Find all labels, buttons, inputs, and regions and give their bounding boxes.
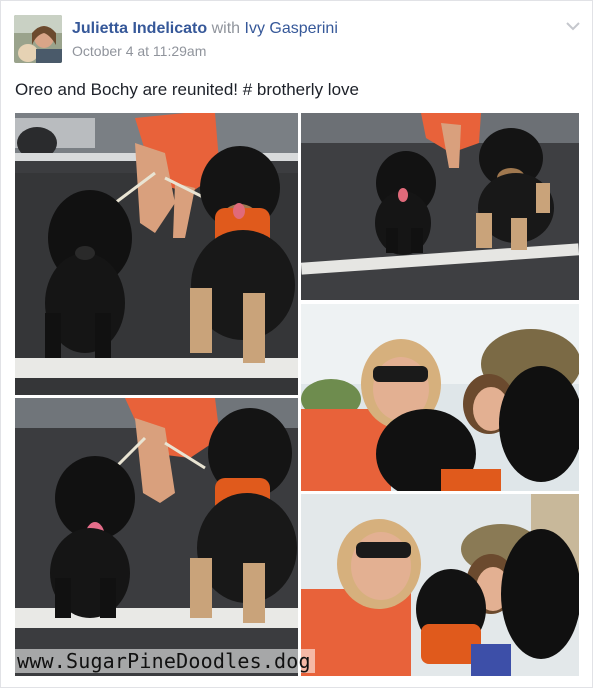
post-photo-2[interactable]: [301, 113, 579, 300]
post-photo-4[interactable]: [15, 398, 298, 676]
chevron-down-icon[interactable]: [564, 17, 582, 35]
facebook-post-card: Julietta Indelicato with Ivy Gasperini O…: [0, 0, 593, 688]
post-message: Oreo and Bochy are reunited! # brotherly…: [15, 80, 359, 99]
post-header: Julietta Indelicato with Ivy Gasperini: [72, 19, 338, 39]
with-label: with: [211, 20, 241, 37]
post-photo-3[interactable]: [301, 304, 579, 491]
watermark-text: www.SugarPineDoodles.dog: [13, 649, 315, 673]
post-timestamp[interactable]: October 4 at 11:29am: [72, 43, 206, 59]
post-photo-1[interactable]: [15, 113, 298, 395]
author-avatar[interactable]: [14, 15, 62, 63]
tagged-user-link[interactable]: Ivy Gasperini: [245, 20, 338, 37]
author-name-link[interactable]: Julietta Indelicato: [72, 20, 207, 37]
post-photo-5[interactable]: [301, 494, 579, 676]
